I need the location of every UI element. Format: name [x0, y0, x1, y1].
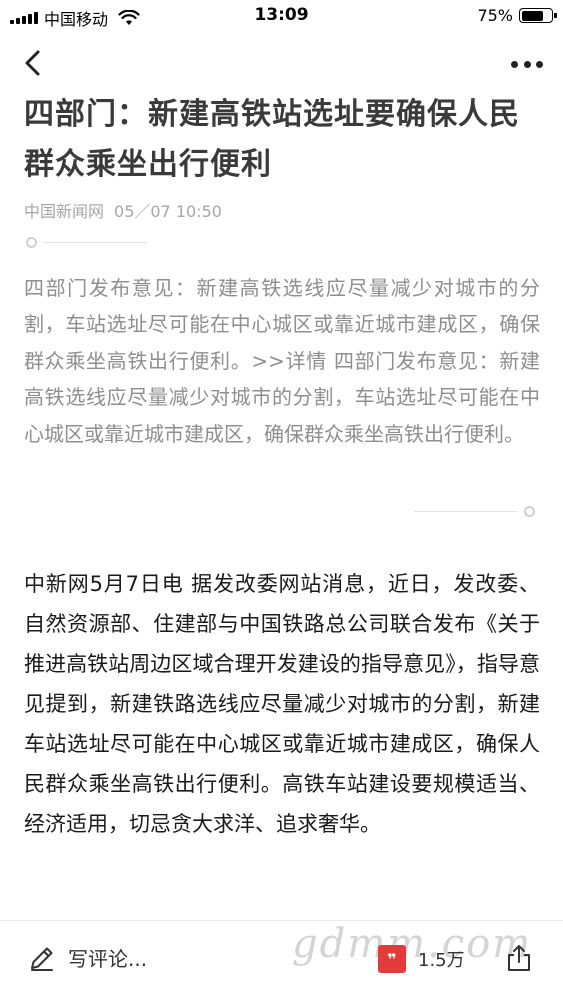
quote-dot-icon — [26, 237, 37, 248]
article-meta: 中国新闻网 05／07 10:50 — [24, 198, 222, 222]
comment-placeholder: 写评论... — [68, 947, 148, 971]
bottom-toolbar: gdmm.com 写评论... ❞ 1.5万 — [0, 920, 563, 1000]
more-button[interactable] — [509, 48, 545, 80]
chevron-left-icon — [25, 50, 40, 76]
share-icon — [508, 945, 530, 971]
battery-group: 75% — [477, 6, 557, 25]
article-title: 四部门：新建高铁站选址要确保人民群众乘坐出行便利 — [24, 97, 520, 182]
share-button[interactable] — [504, 943, 534, 973]
article-date: 05／07 10:50 — [114, 202, 222, 221]
quote-divider-bottom — [414, 506, 535, 517]
battery-icon — [519, 8, 557, 23]
battery-percent: 75% — [477, 6, 513, 25]
more-dot — [511, 60, 518, 68]
more-dot — [536, 60, 543, 68]
article-body: 中新网5月7日电 据发改委网站消息，近日，发改委、自然资源部、住建部与中国铁路总… — [24, 572, 540, 836]
write-comment-button[interactable]: 写评论... — [28, 943, 147, 972]
battery-level — [521, 10, 544, 21]
nav-bar — [0, 40, 563, 90]
back-button[interactable] — [18, 48, 50, 80]
like-icon: ❞ — [378, 945, 406, 973]
quote-divider-top — [26, 237, 147, 248]
like-count: 1.5万 — [418, 950, 465, 971]
article-summary: 四部门发布意见：新建高铁选线应尽量减少对城市的分割，车站选址尽可能在中心城区或靠… — [24, 276, 540, 446]
pencil-icon — [31, 947, 53, 971]
status-bar: 中国移动 13:09 75% — [0, 0, 563, 32]
like-button[interactable]: ❞ 1.5万 — [378, 945, 465, 973]
more-dot — [523, 60, 531, 68]
quote-dot-icon — [524, 506, 535, 517]
article-source[interactable]: 中国新闻网 — [24, 202, 104, 221]
